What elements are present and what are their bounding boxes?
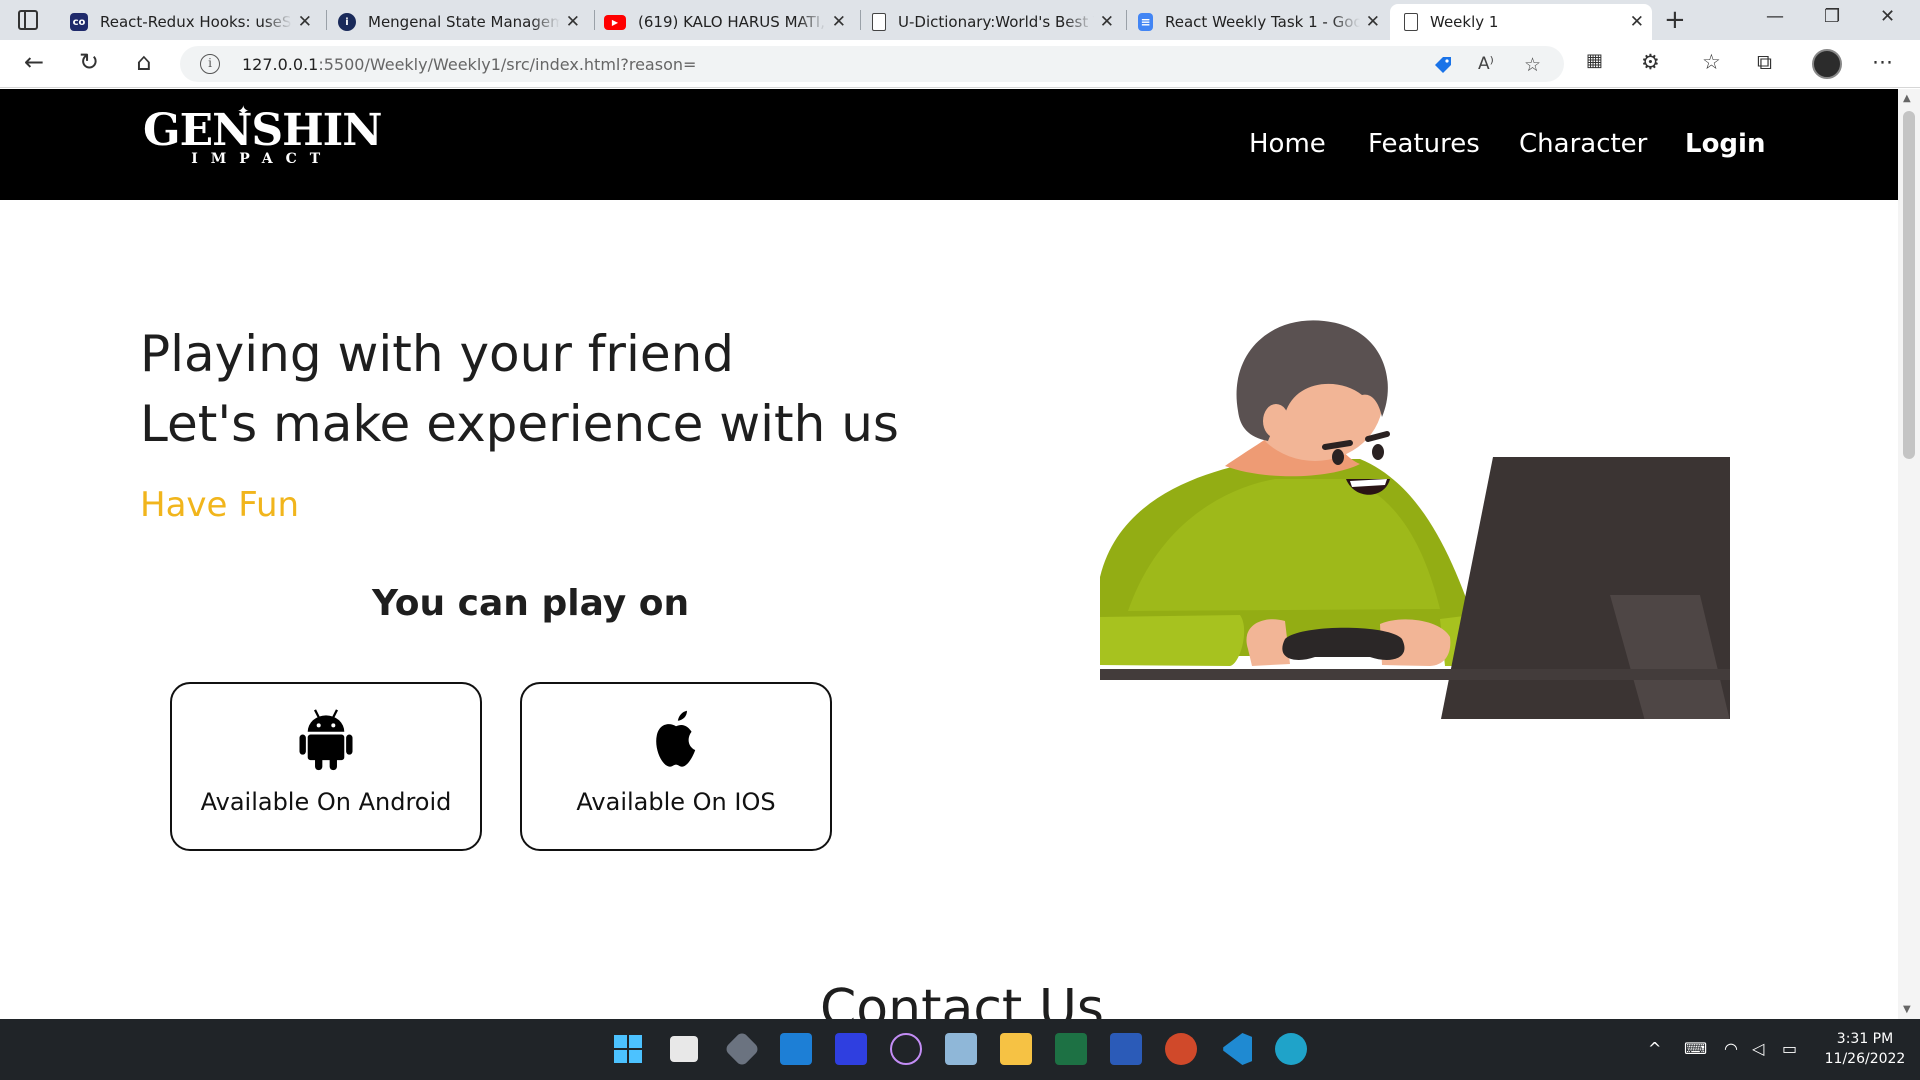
tab-divider	[594, 10, 595, 30]
volume-icon[interactable]: ◁	[1752, 1039, 1764, 1058]
start-icon[interactable]	[614, 1035, 644, 1065]
ios-label: Available On IOS	[576, 788, 776, 816]
app-grid-icon[interactable]: ▦	[1586, 50, 1603, 71]
collections-icon[interactable]: ⧉	[1757, 50, 1772, 75]
file-explorer-icon[interactable]	[1000, 1033, 1032, 1065]
hero-heading-line-2: Let's make experience with us	[140, 395, 899, 453]
powerpoint-icon[interactable]	[1165, 1033, 1197, 1065]
tab-divider	[1126, 10, 1127, 30]
tab-divider	[326, 10, 327, 30]
page-scrollbar[interactable]: ▲ ▼	[1898, 89, 1920, 1019]
profile-avatar[interactable]	[1812, 49, 1842, 79]
contact-heading: Contact Us	[820, 979, 1104, 1019]
close-icon[interactable]: ✕	[1100, 12, 1114, 32]
android-card[interactable]: Available On Android	[170, 682, 482, 851]
system-clock[interactable]: 3:31 PM 11/26/2022	[1820, 1029, 1910, 1069]
codepen-favicon-icon: co	[70, 13, 88, 31]
battery-icon[interactable]: ▭	[1782, 1039, 1797, 1058]
minimize-icon[interactable]: —	[1766, 6, 1784, 27]
google-docs-favicon-icon: ≡	[1138, 13, 1153, 31]
windows-taskbar: ^ ⌨ ◠ ◁ ▭ 3:31 PM 11/26/2022	[0, 1019, 1920, 1080]
nav-features[interactable]: Features	[1368, 129, 1480, 159]
hero-heading-line-1: Playing with your friend	[140, 325, 735, 383]
read-aloud-icon[interactable]: A⁾	[1478, 54, 1494, 74]
wifi-icon[interactable]: ◠	[1724, 1039, 1738, 1058]
logo-main-text: GENSHIN	[143, 105, 382, 156]
page-favicon-icon	[1404, 13, 1418, 31]
scroll-down-icon[interactable]: ▼	[1903, 1004, 1911, 1015]
extensions-icon[interactable]: ⚙	[1641, 50, 1660, 74]
tab-strip: co React-Redux Hooks: useSel ✕ i Mengena…	[0, 0, 1920, 40]
play-on-heading: You can play on	[372, 583, 690, 624]
refresh-icon[interactable]: ↻	[73, 48, 105, 76]
close-icon[interactable]: ✕	[566, 12, 580, 32]
tab-divider	[860, 10, 861, 30]
url-path: :5500/Weekly/Weekly1/src/index.html?reas…	[318, 55, 697, 74]
tab-state-management[interactable]: i Mengenal State Manageme ✕	[338, 4, 588, 40]
close-icon[interactable]: ✕	[298, 12, 312, 32]
info-favicon-icon: i	[338, 13, 356, 31]
media-player-icon[interactable]	[890, 1033, 922, 1065]
page-favicon-icon	[872, 13, 886, 31]
word-icon[interactable]	[1110, 1033, 1142, 1065]
browser-toolbar: ← ↻ ⌂ i 127.0.0.1:5500/Weekly/Weekly1/sr…	[0, 40, 1920, 88]
url-text[interactable]: 127.0.0.1:5500/Weekly/Weekly1/src/index.…	[242, 55, 696, 74]
url-host: 127.0.0.1	[242, 55, 319, 74]
scrollbar-thumb[interactable]	[1903, 111, 1915, 459]
tab-actions-icon[interactable]	[18, 10, 38, 30]
new-tab-icon[interactable]: +	[1664, 5, 1686, 35]
have-fun-tagline: Have Fun	[140, 485, 300, 525]
show-hidden-icons-icon[interactable]: ^	[1648, 1039, 1661, 1058]
logo-star-icon: ✦	[237, 102, 250, 120]
gamer-illustration	[1100, 320, 1730, 719]
page-viewport: ✦ GENSHIN IMPACT Home Features Character…	[0, 89, 1898, 1019]
genshin-logo[interactable]: ✦ GENSHIN IMPACT	[143, 102, 382, 167]
site-info-icon[interactable]: i	[200, 54, 220, 74]
home-icon[interactable]: ⌂	[128, 48, 160, 76]
site-navbar: ✦ GENSHIN IMPACT Home Features Character…	[0, 89, 1898, 200]
android-label: Available On Android	[200, 788, 452, 816]
ios-card[interactable]: Available On IOS	[520, 682, 832, 851]
media-app-icon[interactable]	[835, 1033, 867, 1065]
keyboard-icon[interactable]: ⌨	[1684, 1039, 1707, 1058]
clock-date: 11/26/2022	[1824, 1051, 1906, 1067]
youtube-favicon-icon: ▶	[604, 14, 626, 30]
nav-home[interactable]: Home	[1249, 129, 1326, 159]
address-bar[interactable]: i 127.0.0.1:5500/Weekly/Weekly1/src/inde…	[180, 46, 1564, 82]
window-close-icon[interactable]: ✕	[1880, 6, 1895, 27]
apple-icon	[656, 710, 696, 767]
more-options-icon[interactable]: ⋯	[1872, 50, 1893, 74]
close-icon[interactable]: ✕	[832, 12, 846, 32]
tab-google-docs[interactable]: ≡ React Weekly Task 1 - Goog ✕	[1138, 4, 1388, 40]
photos-icon[interactable]	[945, 1033, 977, 1065]
vscode-icon[interactable]	[1223, 1033, 1252, 1065]
widgets-icon[interactable]	[723, 1030, 761, 1068]
tab-youtube[interactable]: ▶ (619) KALO HARUS MATI, T ✕	[604, 4, 854, 40]
edge-icon[interactable]	[1275, 1033, 1307, 1065]
restore-icon[interactable]: ❐	[1824, 6, 1840, 27]
android-icon	[299, 709, 353, 771]
tab-react-redux[interactable]: co React-Redux Hooks: useSel ✕	[70, 4, 320, 40]
nav-login[interactable]: Login	[1685, 129, 1765, 159]
tab-weekly-1[interactable]: Weekly 1 ✕	[1390, 4, 1652, 40]
task-view-icon[interactable]	[670, 1036, 698, 1062]
nav-character[interactable]: Character	[1519, 129, 1647, 159]
excel-icon[interactable]	[1055, 1033, 1087, 1065]
close-icon[interactable]: ✕	[1366, 12, 1380, 32]
favorites-icon[interactable]: ☆	[1702, 50, 1721, 74]
tab-u-dictionary[interactable]: U-Dictionary:World's Best Tr ✕	[872, 4, 1122, 40]
back-icon[interactable]: ←	[18, 48, 50, 76]
shopping-tag-icon[interactable]	[1432, 54, 1454, 76]
clock-time: 3:31 PM	[1836, 1031, 1894, 1047]
close-icon[interactable]: ✕	[1630, 12, 1644, 32]
add-favorite-icon[interactable]: ☆	[1524, 54, 1541, 76]
mail-icon[interactable]	[780, 1033, 812, 1065]
scroll-up-icon[interactable]: ▲	[1903, 93, 1911, 104]
